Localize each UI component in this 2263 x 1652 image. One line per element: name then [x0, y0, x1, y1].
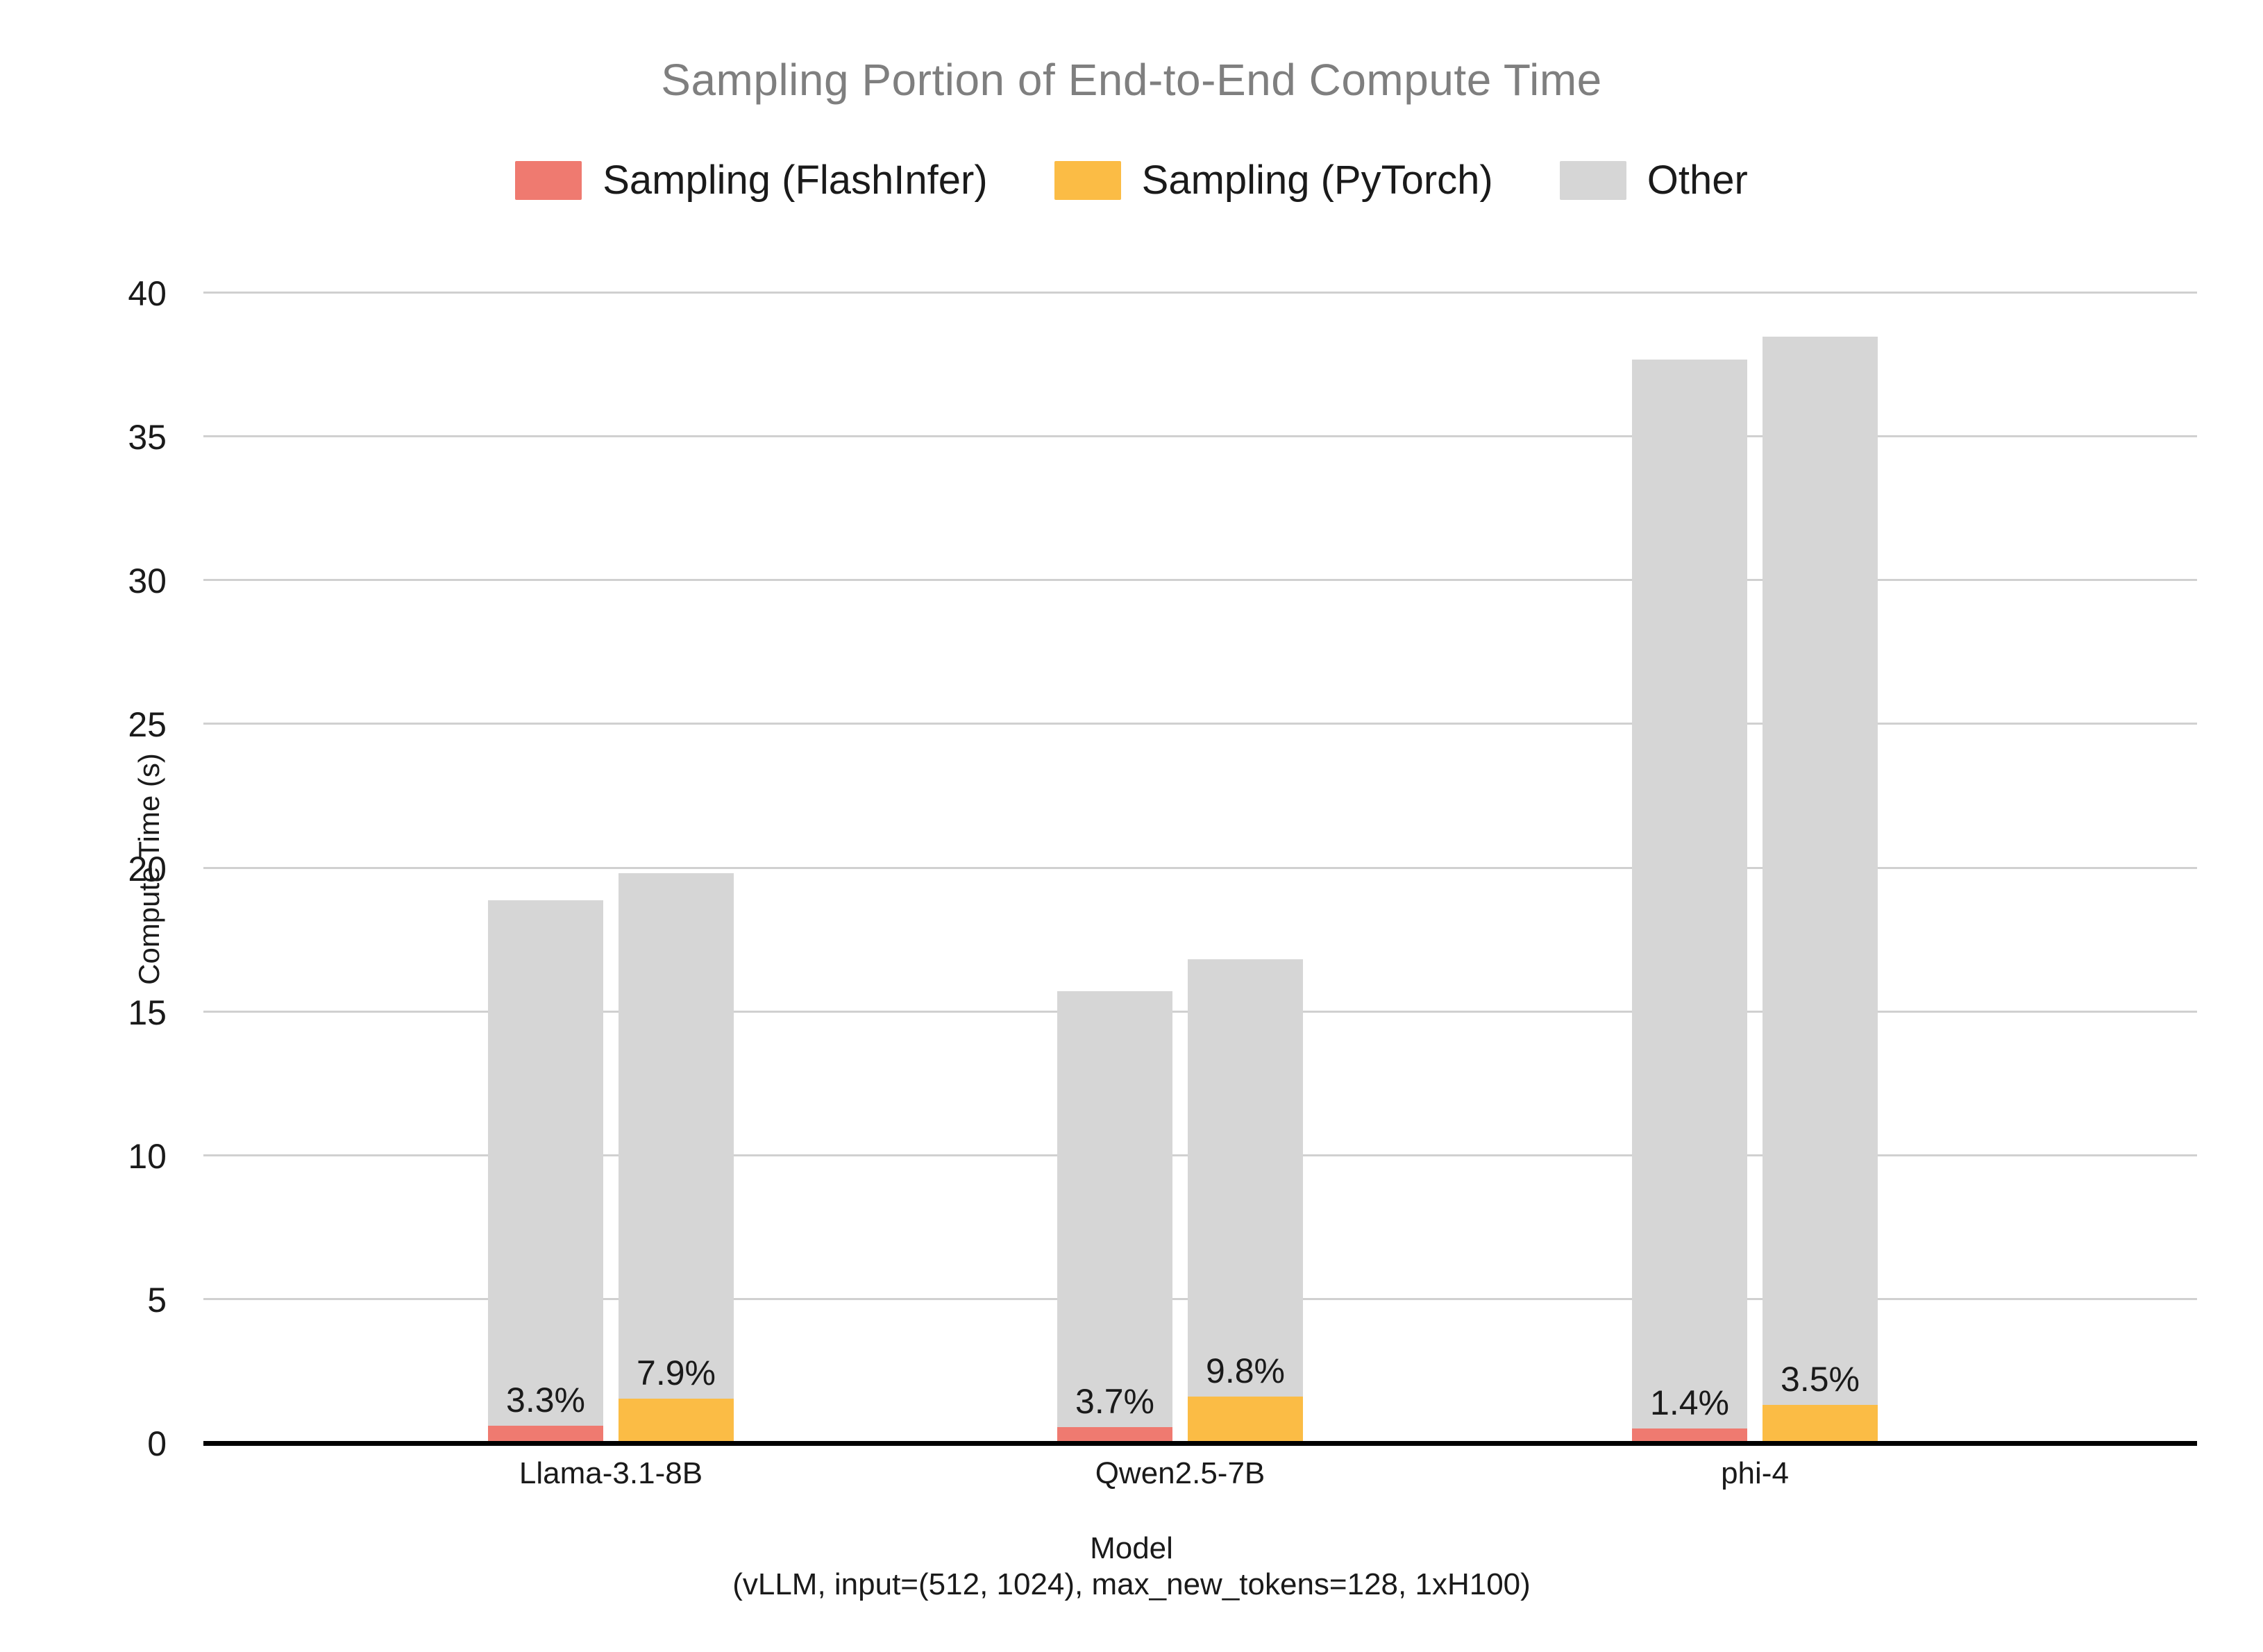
- bar-percent-label: 3.3%: [506, 1381, 585, 1420]
- bar-segment-sampling[interactable]: [619, 1398, 734, 1444]
- chart-figure: Sampling Portion of End-to-End Compute T…: [0, 0, 2263, 1652]
- y-axis-tick-label: 20: [128, 849, 167, 888]
- bar-segment-sampling[interactable]: [1188, 1396, 1303, 1444]
- chart-title: Sampling Portion of End-to-End Compute T…: [661, 55, 1602, 105]
- bar-percent-label: 9.8%: [1206, 1351, 1285, 1390]
- gridline: [203, 292, 2197, 294]
- bar-percent-label: 7.9%: [637, 1353, 716, 1392]
- legend-swatch-other: [1559, 160, 1626, 200]
- legend-label-other: Other: [1647, 158, 1748, 203]
- gridline: [203, 723, 2197, 725]
- gridline: [203, 579, 2197, 582]
- x-axis-title: Model (vLLM, input=(512, 1024), max_new_…: [0, 1531, 2263, 1603]
- y-axis-tick-label: 0: [147, 1424, 167, 1463]
- bar-segment-other[interactable]: [1763, 337, 1878, 1406]
- y-axis-tick-label: 15: [128, 993, 167, 1032]
- bar-stack[interactable]: 1.4%: [1632, 360, 1747, 1444]
- bar-stack[interactable]: 3.3%: [488, 900, 603, 1444]
- y-axis-tick-label: 25: [128, 705, 167, 745]
- legend-label-sampling-pytorch: Sampling (PyTorch): [1141, 158, 1493, 203]
- gridline: [203, 866, 2197, 869]
- bar-stack[interactable]: 3.5%: [1763, 337, 1878, 1444]
- bar-percent-label: 3.7%: [1075, 1381, 1154, 1421]
- legend-item-sampling-pytorch[interactable]: Sampling (PyTorch): [1054, 157, 1493, 203]
- plot-area: 3.3% 7.9% 3.7% 9.8% 1.4% 3.5% Compute Time (s…: [133, 292, 2197, 1446]
- bar-segment-other[interactable]: [488, 900, 603, 1426]
- bar-stack[interactable]: 7.9%: [619, 873, 734, 1444]
- bar-segment-other[interactable]: [1188, 959, 1303, 1397]
- bar-stack[interactable]: 9.8%: [1188, 959, 1303, 1444]
- legend-swatch-sampling-pytorch: [1054, 160, 1121, 200]
- y-axis-tick-label: 5: [147, 1280, 167, 1320]
- bar-stack[interactable]: 3.7%: [1057, 991, 1172, 1444]
- legend-swatch-sampling-flashinfer: [515, 160, 582, 200]
- gridline: [203, 435, 2197, 438]
- legend-item-other[interactable]: Other: [1559, 157, 1748, 203]
- chart-legend: Sampling (FlashInfer) Sampling (PyTorch)…: [0, 157, 2263, 203]
- legend-item-sampling-flashinfer[interactable]: Sampling (FlashInfer): [515, 157, 988, 203]
- bar-segment-sampling[interactable]: [1763, 1405, 1878, 1444]
- x-axis-tick-label: phi-4: [1721, 1456, 1789, 1490]
- bar-segment-other[interactable]: [1057, 991, 1172, 1427]
- bar-segment-other[interactable]: [1632, 360, 1747, 1429]
- x-axis-title-main: Model: [1090, 1531, 1173, 1565]
- y-axis-tick-label: 40: [128, 274, 167, 313]
- x-axis-line: [203, 1441, 2197, 1446]
- bar-percent-label: 1.4%: [1650, 1383, 1729, 1423]
- y-axis-tick-label: 30: [128, 562, 167, 601]
- y-axis-tick-label: 35: [128, 418, 167, 457]
- x-axis-title-sub: (vLLM, input=(512, 1024), max_new_tokens…: [732, 1567, 1531, 1601]
- bar-segment-other[interactable]: [619, 873, 734, 1399]
- x-axis-tick-label: Qwen2.5-7B: [1095, 1456, 1265, 1490]
- legend-label-sampling-flashinfer: Sampling (FlashInfer): [603, 158, 988, 203]
- x-axis-tick-label: Llama-3.1-8B: [519, 1456, 703, 1490]
- y-axis-tick-label: 10: [128, 1136, 167, 1176]
- bar-percent-label: 3.5%: [1781, 1360, 1860, 1399]
